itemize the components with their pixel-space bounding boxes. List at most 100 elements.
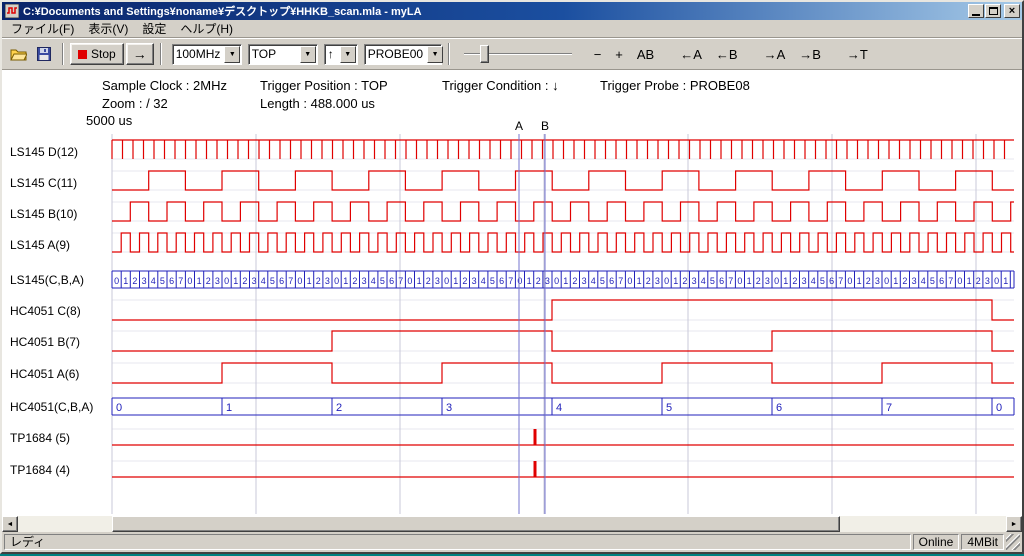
bus-value: 5 — [160, 276, 165, 286]
bus-value: 1 — [967, 276, 972, 286]
trigger-edge-select[interactable]: ↑ ▼ — [324, 44, 358, 65]
bus-value: 1 — [673, 276, 678, 286]
bus-value: 2 — [132, 276, 137, 286]
chevron-down-icon[interactable]: ▼ — [340, 46, 356, 63]
menu-settings[interactable]: 設定 — [135, 19, 173, 39]
bus-value: 0 — [847, 276, 852, 286]
waveform-plot[interactable]: LS145 D(12)LS145 C(11)LS145 B(10)LS145 A… — [2, 120, 1022, 516]
set-cursor-a-button[interactable]: →A — [758, 44, 792, 65]
cursor-label-a: A — [515, 120, 523, 133]
bus-value: 3 — [215, 276, 220, 286]
status-memory-badge: 4MBit — [961, 534, 1004, 550]
window-controls: × — [968, 4, 1020, 18]
scrollbar-thumb[interactable] — [112, 516, 840, 532]
stop-button[interactable]: Stop — [70, 43, 124, 65]
bus-value: 4 — [701, 276, 706, 286]
run-button[interactable]: → — [126, 43, 154, 65]
bus-value: 4 — [371, 276, 376, 286]
zoom-in-button[interactable]: + — [609, 44, 629, 65]
bus-value: 1 — [527, 276, 532, 286]
trigger-probe-select[interactable]: PROBE00 ▼ — [364, 44, 442, 65]
chevron-down-icon[interactable]: ▼ — [224, 46, 240, 63]
bus-value: 0 — [407, 276, 412, 286]
ab-cursor-button[interactable]: AB — [631, 44, 660, 65]
bus-value: 1 — [637, 276, 642, 286]
chevron-down-icon[interactable]: ▼ — [427, 46, 443, 63]
bus-value: 3 — [142, 276, 147, 286]
bus-value: 3 — [765, 276, 770, 286]
bus-value: 2 — [902, 276, 907, 286]
channel-label-hc4051-c-8: HC4051 C(8) — [10, 304, 81, 318]
zoom-slider-thumb[interactable] — [480, 45, 489, 63]
bus-value: 1 — [343, 276, 348, 286]
bus-value: 4 — [481, 276, 486, 286]
goto-trigger-button[interactable]: →T — [841, 44, 874, 65]
scroll-left-button[interactable]: ◄ — [2, 516, 18, 532]
stop-icon — [78, 50, 87, 59]
minimize-button[interactable] — [968, 4, 984, 18]
scroll-right-button[interactable]: ► — [1006, 516, 1022, 532]
goto-cursor-b-button[interactable]: ←B — [710, 44, 744, 65]
menu-view[interactable]: 表示(V) — [81, 19, 135, 39]
bus-value: 4 — [261, 276, 266, 286]
bus-value: 5 — [666, 402, 672, 414]
goto-cursor-a-button[interactable]: ←A — [674, 44, 708, 65]
set-cursor-b-button[interactable]: →B — [793, 44, 827, 65]
minimize-icon — [972, 14, 980, 16]
status-message: レディ — [4, 534, 911, 550]
bus-value: 0 — [444, 276, 449, 286]
bus-value: 2 — [756, 276, 761, 286]
bus-value: 1 — [563, 276, 568, 286]
bus-value: 3 — [362, 276, 367, 286]
bus-value: 1 — [453, 276, 458, 286]
horizontal-scrollbar[interactable]: ◄ ► — [2, 516, 1022, 532]
bus-value: 6 — [389, 276, 394, 286]
resize-grip[interactable] — [1006, 534, 1020, 550]
bus-value: 0 — [627, 276, 632, 286]
menu-file[interactable]: ファイル(F) — [4, 19, 81, 39]
zoom-slider[interactable] — [462, 43, 574, 65]
bus-value: 1 — [747, 276, 752, 286]
save-button[interactable] — [32, 42, 56, 66]
bus-value: 2 — [242, 276, 247, 286]
bus-value: 5 — [820, 276, 825, 286]
window-title: C:¥Documents and Settings¥noname¥デスクトップ¥… — [23, 3, 422, 19]
trigger-position-select[interactable]: TOP ▼ — [248, 44, 318, 65]
bus-value: 3 — [802, 276, 807, 286]
trigger-position-value: TOP — [249, 47, 299, 61]
trigger-condition-text: Trigger Condition : ↓ — [442, 78, 559, 93]
bus-value: 6 — [776, 402, 782, 414]
bus-value: 0 — [774, 276, 779, 286]
bus-value: 4 — [811, 276, 816, 286]
close-button[interactable]: × — [1004, 4, 1020, 18]
bus-value: 6 — [169, 276, 174, 286]
bus-value: 0 — [114, 276, 119, 286]
channel-label-hc4051-c-b-a: HC4051(C,B,A) — [10, 400, 93, 414]
maximize-button[interactable] — [985, 4, 1001, 18]
title-bar[interactable]: C:¥Documents and Settings¥noname¥デスクトップ¥… — [2, 2, 1022, 20]
bus-value: 3 — [545, 276, 550, 286]
sample-clock-select[interactable]: 100MHz ▼ — [172, 44, 242, 65]
bus-value: 6 — [609, 276, 614, 286]
app-window: C:¥Documents and Settings¥noname¥デスクトップ¥… — [0, 0, 1024, 554]
app-icon — [5, 4, 19, 18]
bus-value: 0 — [116, 402, 122, 414]
chevron-down-icon[interactable]: ▼ — [300, 46, 316, 63]
channel-label-ls145-d-12: LS145 D(12) — [10, 145, 78, 159]
bus-value: 7 — [838, 276, 843, 286]
trigger-edge-value: ↑ — [325, 47, 339, 61]
bus-value: 1 — [783, 276, 788, 286]
bus-value: 2 — [572, 276, 577, 286]
bus-value: 2 — [792, 276, 797, 286]
bus-value: 6 — [939, 276, 944, 286]
waveform-ls145-a-9 — [112, 233, 1014, 252]
bus-value: 7 — [508, 276, 513, 286]
waveform-ls145-c-11 — [112, 171, 1014, 190]
zoom-out-button[interactable]: − — [588, 44, 608, 65]
menu-help[interactable]: ヘルプ(H) — [173, 19, 240, 39]
open-button[interactable] — [6, 42, 30, 66]
bus-value: 3 — [582, 276, 587, 286]
open-folder-icon — [10, 47, 27, 61]
scrollbar-track[interactable] — [18, 516, 1006, 532]
bus-value: 4 — [556, 402, 562, 414]
